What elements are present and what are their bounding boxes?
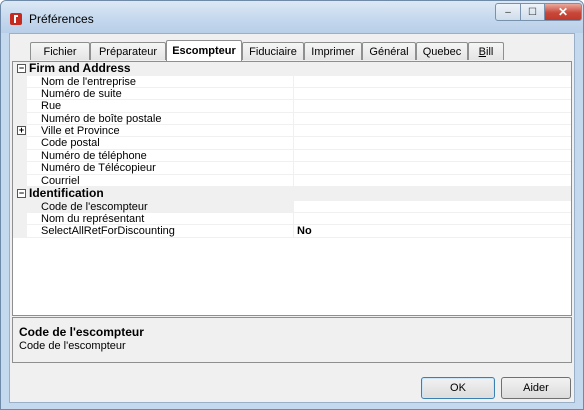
property-row[interactable]: Rue xyxy=(13,100,571,113)
row-gutter xyxy=(13,200,27,213)
row-gutter xyxy=(13,225,27,238)
property-label: Numéro de boîte postale xyxy=(27,113,293,126)
property-grid[interactable]: − Firm and Address Nom de l'entreprise N… xyxy=(12,61,572,316)
property-value[interactable] xyxy=(293,112,571,126)
property-row[interactable]: Numéro de boîte postale xyxy=(13,112,571,126)
property-value[interactable] xyxy=(293,174,571,188)
help-button[interactable]: Aider xyxy=(501,377,571,399)
property-value[interactable] xyxy=(293,149,571,163)
property-row[interactable]: Nom du représentant xyxy=(13,212,571,226)
tab-general[interactable]: Général xyxy=(362,42,416,60)
property-value[interactable]: No xyxy=(293,225,571,238)
tab-imprimer[interactable]: Imprimer xyxy=(304,42,362,60)
property-row-ville-et-province[interactable]: + Ville et Province xyxy=(13,125,571,138)
property-value[interactable] xyxy=(293,212,571,226)
expand-icon[interactable]: + xyxy=(17,126,26,136)
property-value[interactable] xyxy=(293,75,571,88)
property-label: Nom de l'entreprise xyxy=(27,76,293,88)
row-gutter xyxy=(13,100,27,113)
description-title: Code de l'escompteur xyxy=(19,325,144,339)
tab-fichier[interactable]: Fichier xyxy=(30,42,90,60)
property-row[interactable]: Numéro de téléphone xyxy=(13,149,571,163)
property-row[interactable]: Numéro de suite xyxy=(13,87,571,101)
property-value[interactable] xyxy=(293,125,571,138)
property-label: Nom du représentant xyxy=(27,213,293,226)
description-panel: Code de l'escompteur Code de l'escompteu… xyxy=(12,317,572,363)
property-value[interactable] xyxy=(293,137,571,150)
window-title: Préférences xyxy=(29,12,94,26)
tab-bill-label: ill xyxy=(486,45,494,58)
row-gutter xyxy=(13,112,27,126)
property-label: Ville et Province xyxy=(27,125,293,138)
tab-preparateur[interactable]: Préparateur xyxy=(90,42,166,60)
row-gutter xyxy=(13,87,27,101)
tab-bill-accelerator: B xyxy=(478,45,486,58)
collapse-icon[interactable]: − xyxy=(17,189,26,199)
property-row-selected[interactable]: Code de l'escompteur xyxy=(13,200,571,213)
tab-escompteur[interactable]: Escompteur xyxy=(166,40,242,61)
category-label: Identification xyxy=(29,186,104,201)
description-text: Code de l'escompteur xyxy=(19,340,126,352)
app-logo-icon xyxy=(10,13,22,25)
title-bar[interactable]: Préférences – ☐ ✕ xyxy=(1,1,583,33)
tab-bill[interactable]: Bill xyxy=(468,42,504,60)
property-label: Code de l'escompteur xyxy=(27,200,293,213)
ok-button[interactable]: OK xyxy=(421,377,495,399)
property-row[interactable]: Code postal xyxy=(13,137,571,150)
property-label: Numéro de Télécopieur xyxy=(27,162,293,175)
collapse-icon[interactable]: − xyxy=(17,64,26,73)
category-firm-and-address[interactable]: − Firm and Address xyxy=(13,62,571,76)
property-value[interactable] xyxy=(293,87,571,101)
row-gutter xyxy=(13,212,27,226)
category-identification[interactable]: − Identification xyxy=(13,187,571,201)
property-label: Rue xyxy=(27,100,293,113)
row-gutter xyxy=(13,162,27,175)
property-row[interactable]: SelectAllRetForDiscounting No xyxy=(13,225,571,238)
dialog-client-area: Fichier Préparateur Escompteur Fiduciair… xyxy=(9,33,575,403)
row-gutter xyxy=(13,137,27,150)
maximize-button[interactable]: ☐ xyxy=(520,3,545,21)
property-label: Numéro de téléphone xyxy=(27,150,293,163)
property-value[interactable] xyxy=(293,162,571,175)
property-value[interactable] xyxy=(293,100,571,113)
minimize-button[interactable]: – xyxy=(495,3,521,21)
property-label: Code postal xyxy=(27,137,293,150)
preferences-window: Préférences – ☐ ✕ Fichier Préparateur Es… xyxy=(0,0,584,410)
property-label: Numéro de suite xyxy=(27,88,293,101)
close-button[interactable]: ✕ xyxy=(544,3,582,21)
category-label: Firm and Address xyxy=(29,61,131,75)
row-gutter xyxy=(13,174,27,188)
property-label: SelectAllRetForDiscounting xyxy=(27,225,293,238)
row-gutter xyxy=(13,75,27,88)
property-row[interactable]: Numéro de Télécopieur xyxy=(13,162,571,175)
tab-quebec[interactable]: Quebec xyxy=(416,42,468,60)
property-value[interactable] xyxy=(293,200,571,213)
property-row[interactable]: Nom de l'entreprise xyxy=(13,75,571,88)
row-gutter xyxy=(13,149,27,163)
tab-fiduciaire[interactable]: Fiduciaire xyxy=(242,42,304,60)
